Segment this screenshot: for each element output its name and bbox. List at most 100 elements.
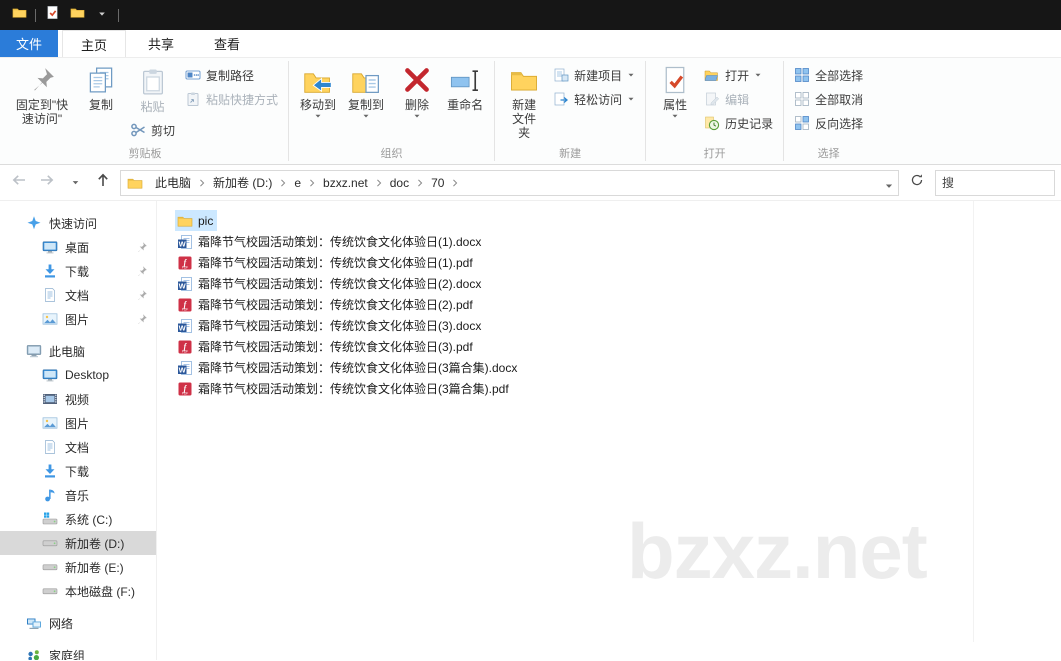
drive-sys-icon [42, 511, 58, 527]
refresh-button[interactable] [905, 171, 929, 195]
rename-label: 重命名 [447, 98, 484, 112]
sidebar-item[interactable]: 下载 [0, 459, 156, 483]
ribbon-group-open: 属性 打开 编辑 历史记录 打开 [646, 58, 783, 164]
file-name: 霜降节气校园活动策划：传统饮食文化体验日(3篇合集).pdf [198, 382, 509, 396]
qat-folder2-button[interactable] [68, 6, 86, 24]
new-folder-label: 新建文件夹 [512, 98, 537, 140]
caret-down-icon [884, 181, 894, 191]
qat-folder-button[interactable] [10, 6, 28, 24]
music-icon [42, 487, 58, 503]
address-dropdown-caret[interactable] [884, 178, 894, 188]
select-none-button[interactable]: 全部取消 [790, 88, 867, 110]
homegroup-icon [26, 647, 42, 660]
sidebar-item-label: 视频 [65, 392, 90, 407]
sidebar-section[interactable]: 快速访问 [0, 211, 156, 235]
qat-separator [118, 8, 119, 22]
new-item-button[interactable]: 新建项目 [549, 64, 639, 86]
sidebar-section[interactable]: 网络 [0, 611, 156, 635]
chevron-right-icon[interactable] [307, 178, 317, 188]
ribbon: 固定到"快速访问" 复制 粘贴 剪切 复制路径 粘贴快捷方式 剪贴板 移动到 复… [0, 58, 1061, 165]
svg-text:PDF: PDF [182, 265, 188, 269]
tab-file[interactable]: 文件 [0, 30, 59, 57]
svg-text:W: W [179, 239, 187, 248]
chevron-right-icon[interactable] [374, 178, 384, 188]
tab-share[interactable]: 共享 [130, 30, 192, 57]
recent-locations-caret[interactable] [64, 172, 86, 194]
sidebar-item[interactable]: 图片 [0, 307, 156, 331]
breadcrumb-item[interactable]: 此电脑 [149, 171, 197, 194]
sidebar-item[interactable]: 音乐 [0, 483, 156, 507]
chevron-right-icon[interactable] [450, 178, 460, 188]
select-all-button[interactable]: 全部选择 [790, 64, 867, 86]
sidebar-item[interactable]: Desktop [0, 363, 156, 387]
svg-text:PDF: PDF [182, 391, 188, 395]
invert-selection-button[interactable]: 反向选择 [790, 112, 867, 134]
move-to-button[interactable]: 移动到 [295, 62, 341, 123]
breadcrumb-item[interactable]: 新加卷 (D:) [207, 171, 278, 194]
file-name: 霜降节气校园活动策划：传统饮食文化体验日(2).docx [198, 277, 482, 291]
file-row[interactable]: f PDF 霜降节气校园活动策划：传统饮食文化体验日(2).pdf [175, 294, 477, 315]
word-icon: W [177, 360, 193, 376]
check-doc-icon [45, 5, 60, 25]
file-row[interactable]: W 霜降节气校园活动策划：传统饮食文化体验日(3).docx [175, 315, 485, 336]
open-button[interactable]: 打开 [700, 64, 777, 86]
tab-home[interactable]: 主页 [62, 30, 127, 57]
file-list[interactable]: pic W 霜降节气校园活动策划：传统饮食文化体验日(1).docx f PDF 霜降节气… [157, 201, 1061, 660]
properties-button[interactable]: 属性 [652, 62, 698, 123]
back-button[interactable] [8, 172, 30, 194]
qat-properties-button[interactable] [43, 6, 61, 24]
history-button[interactable]: 历史记录 [700, 112, 777, 134]
easy-access-button[interactable]: 轻松访问 [549, 88, 639, 110]
sidebar-item[interactable]: 系统 (C:) [0, 507, 156, 531]
caret-down-icon [314, 112, 322, 120]
organize-group-label: 组织 [380, 148, 403, 160]
tab-view[interactable]: 查看 [196, 30, 258, 57]
file-row[interactable]: W 霜降节气校园活动策划：传统饮食文化体验日(1).docx [175, 231, 485, 252]
sidebar-section[interactable]: 家庭组 [0, 643, 156, 660]
chevron-right-icon[interactable] [197, 178, 207, 188]
sidebar-item[interactable]: 桌面 [0, 235, 156, 259]
forward-button[interactable] [36, 172, 58, 194]
sidebar-item[interactable]: 本地磁盘 (F:) [0, 579, 156, 603]
up-button[interactable] [92, 172, 114, 194]
sidebar-section[interactable]: 此电脑 [0, 339, 156, 363]
ribbon-group-select: 全部选择 全部取消 反向选择 选择 [784, 58, 873, 164]
copy-button[interactable]: 复制 [78, 62, 124, 115]
cut-button[interactable]: 剪切 [126, 119, 179, 141]
file-row[interactable]: pic [175, 210, 218, 231]
qat-customize-caret[interactable] [93, 6, 111, 24]
breadcrumb-item[interactable]: doc [384, 173, 415, 193]
sidebar-item[interactable]: 文档 [0, 435, 156, 459]
rename-button[interactable]: 重命名 [442, 62, 488, 115]
new-group-label: 新建 [559, 148, 582, 160]
sidebar-item[interactable]: 文档 [0, 283, 156, 307]
sidebar-item[interactable]: 下载 [0, 259, 156, 283]
drive-icon [42, 583, 58, 599]
sidebar-item-label: 图片 [65, 312, 90, 327]
file-row[interactable]: f PDF 霜降节气校园活动策划：传统饮食文化体验日(1).pdf [175, 252, 477, 273]
pin-to-quick-access-button[interactable]: 固定到"快速访问" [8, 62, 76, 129]
search-input[interactable]: 搜 [935, 169, 1055, 196]
sidebar-item[interactable]: 新加卷 (E:) [0, 555, 156, 579]
paste-shortcut-button[interactable]: 粘贴快捷方式 [181, 88, 282, 110]
copy-to-button[interactable]: 复制到 [343, 62, 389, 123]
file-row[interactable]: f PDF 霜降节气校园活动策划：传统饮食文化体验日(3).pdf [175, 336, 477, 357]
sidebar-item[interactable]: 新加卷 (D:) [0, 531, 156, 555]
file-row[interactable]: W 霜降节气校园活动策划：传统饮食文化体验日(2).docx [175, 273, 485, 294]
chevron-right-icon[interactable] [415, 178, 425, 188]
file-row[interactable]: f PDF 霜降节气校园活动策划：传统饮食文化体验日(3篇合集).pdf [175, 378, 513, 399]
caret-down-icon [627, 71, 635, 79]
breadcrumb-item[interactable]: 70 [425, 173, 450, 193]
sidebar-item[interactable]: 视频 [0, 387, 156, 411]
breadcrumb-item[interactable]: bzxz.net [317, 173, 374, 193]
breadcrumb-item[interactable]: e [288, 173, 307, 193]
file-row[interactable]: W 霜降节气校园活动策划：传统饮食文化体验日(3篇合集).docx [175, 357, 521, 378]
delete-button[interactable]: 删除 [394, 62, 440, 123]
new-folder-button[interactable]: 新建文件夹 [501, 62, 547, 143]
address-box[interactable]: 此电脑 新加卷 (D:) e bzxz.net doc 70 [120, 169, 899, 196]
sidebar-item[interactable]: 图片 [0, 411, 156, 435]
edit-button[interactable]: 编辑 [700, 88, 777, 110]
chevron-right-icon[interactable] [278, 178, 288, 188]
copy-path-button[interactable]: 复制路径 [181, 64, 282, 86]
paste-button[interactable]: 粘贴 [126, 64, 179, 117]
